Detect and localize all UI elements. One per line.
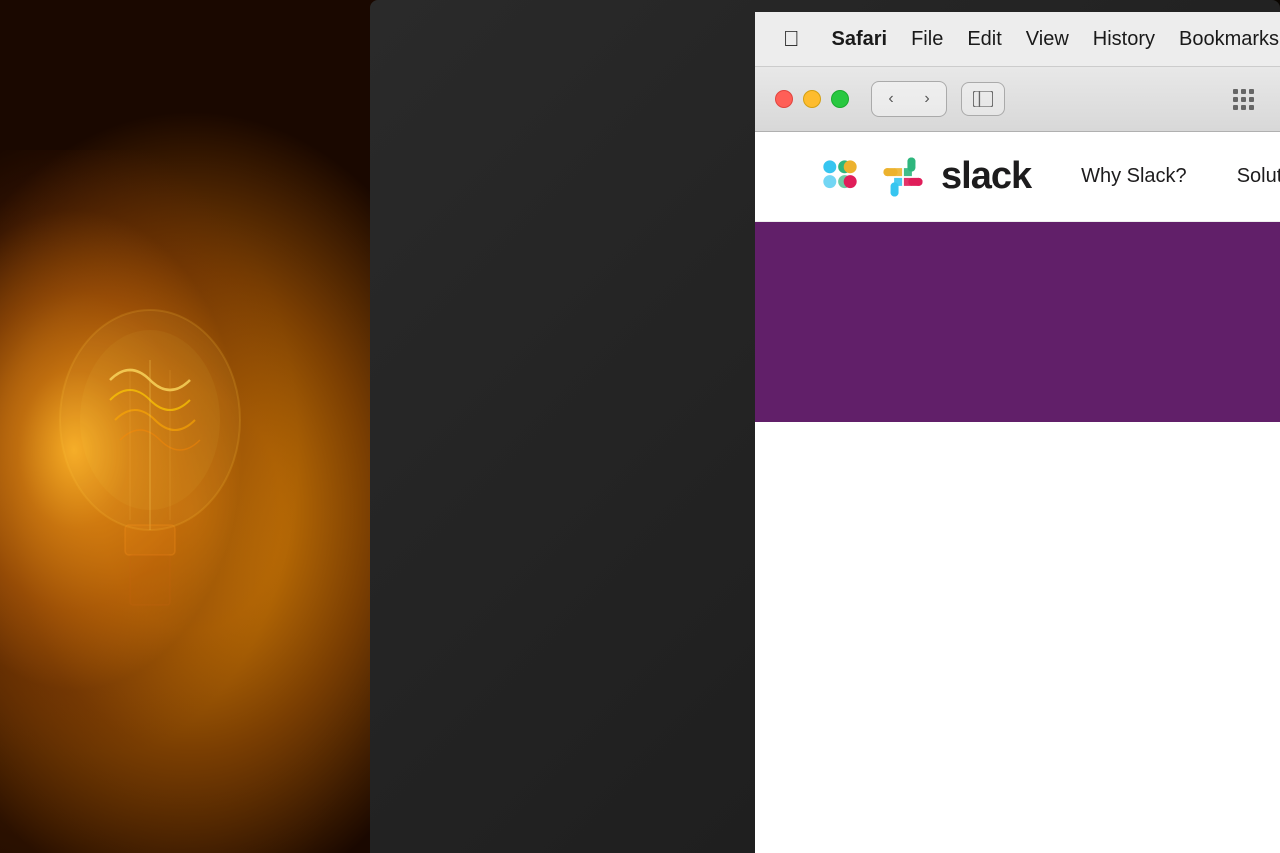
nav-why-slack[interactable]: Why Slack? [1081,165,1187,188]
macos-menubar:  Safari File Edit View History Bookmark… [755,12,1280,67]
menubar-history[interactable]: History [1081,24,1167,55]
slack-logo[interactable]: slack [815,152,1031,202]
sidebar-toggle-button[interactable] [961,82,1005,116]
menubar-bookmarks[interactable]: Bookmarks [1167,24,1280,55]
menubar-safari[interactable]: Safari [820,24,900,55]
grid-dots-icon [1233,89,1254,110]
macbook-screen:  Safari File Edit View History Bookmark… [755,12,1280,853]
apple-menu[interactable]:  [771,22,812,56]
close-button[interactable] [775,90,793,108]
website-content: slack Why Slack? Solutio... [755,132,1280,853]
chevron-right-icon: › [924,90,929,108]
back-button[interactable]: ‹ [874,84,908,114]
minimize-button[interactable] [803,90,821,108]
macbook-bezel:  Safari File Edit View History Bookmark… [370,0,1280,853]
traffic-lights [775,90,849,108]
safari-toolbar: ‹ › [755,67,1280,132]
grid-tabs-button[interactable] [1226,85,1260,113]
slack-hero-section [755,222,1280,422]
slack-logo-icon [815,152,865,202]
forward-button[interactable]: › [910,84,944,114]
slack-navbar: slack Why Slack? Solutio... [755,132,1280,222]
menubar-view[interactable]: View [1014,24,1081,55]
lamp-filaments [50,300,250,650]
nav-buttons: ‹ › [871,81,947,117]
menubar-file[interactable]: File [899,24,955,55]
chevron-left-icon: ‹ [888,90,893,108]
nav-solutions[interactable]: Solutio... [1237,165,1280,188]
slack-icon [879,153,927,201]
menubar-edit[interactable]: Edit [955,24,1013,55]
sidebar-icon [973,91,993,107]
slack-wordmark: slack [941,155,1031,198]
fullscreen-button[interactable] [831,90,849,108]
